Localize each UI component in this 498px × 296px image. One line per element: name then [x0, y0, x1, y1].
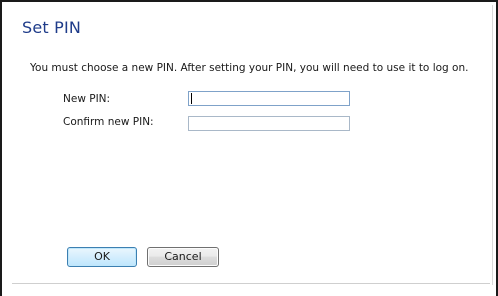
ok-button[interactable]: OK: [67, 247, 137, 267]
confirm-pin-input[interactable]: [188, 116, 350, 131]
set-pin-dialog: Set PIN You must choose a new PIN. After…: [0, 0, 498, 296]
instructions-text: You must choose a new PIN. After setting…: [30, 62, 469, 74]
window-border-left: [0, 0, 2, 296]
dialog-title: Set PIN: [22, 18, 82, 37]
window-border-top: [0, 0, 498, 2]
cancel-button[interactable]: Cancel: [147, 247, 219, 267]
new-pin-input[interactable]: [188, 91, 350, 106]
text-caret: [191, 93, 192, 104]
confirm-pin-label: Confirm new PIN:: [63, 116, 154, 128]
new-pin-label: New PIN:: [63, 93, 111, 105]
content-divider-right: [492, 5, 493, 285]
footer-divider: [12, 283, 490, 284]
